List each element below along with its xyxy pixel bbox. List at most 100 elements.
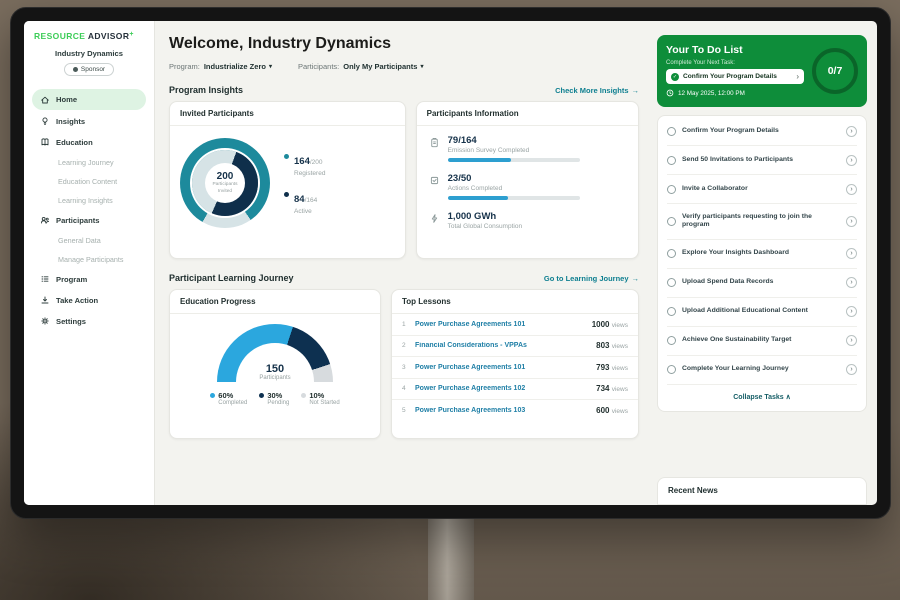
next-task-row[interactable]: ✓ Confirm Your Program Details ›: [666, 69, 804, 84]
todo-task-list: Confirm Your Program Details › Send 50 I…: [667, 117, 857, 385]
lesson-rank: 2: [402, 342, 408, 349]
legend-dot: [259, 393, 264, 398]
todo-task-row[interactable]: Upload Spend Data Records ›: [667, 269, 857, 298]
lesson-row[interactable]: 3 Power Purchase Agreements 101 793 view…: [392, 357, 638, 379]
lesson-title-link[interactable]: Power Purchase Agreements 101: [415, 321, 585, 328]
task-checkbox[interactable]: [667, 185, 676, 194]
home-icon: [40, 95, 50, 105]
legend-total: /200: [310, 159, 323, 166]
check-more-insights-link[interactable]: Check More Insights →: [555, 86, 639, 95]
chevron-right-icon[interactable]: ›: [846, 155, 857, 166]
chevron-right-icon[interactable]: ›: [846, 184, 857, 195]
lesson-title-link[interactable]: Power Purchase Agreements 101: [415, 364, 589, 371]
chevron-right-icon[interactable]: ›: [846, 306, 857, 317]
org-name: Industry Dynamics: [24, 49, 154, 58]
legend-item: 84/164 Active: [284, 189, 325, 215]
todo-subtitle: Complete Your Next Task:: [666, 60, 804, 66]
go-to-learning-journey-link[interactable]: Go to Learning Journey →: [544, 274, 639, 283]
todo-task-row[interactable]: Achieve One Sustainability Target ›: [667, 327, 857, 356]
program-dropdown[interactable]: Industrialize Zero ▾: [204, 62, 272, 71]
logo-plus: +: [129, 31, 134, 38]
education-progress-body: 150 Participants 60% Comp: [170, 314, 380, 406]
gauge-center-value: 150: [217, 363, 333, 375]
sidebar-item-manage-participants[interactable]: Manage Participants: [24, 250, 154, 268]
chevron-right-icon[interactable]: ›: [846, 126, 857, 137]
task-checkbox[interactable]: [667, 156, 676, 165]
collapse-tasks-link[interactable]: Collapse Tasks ∧: [667, 385, 857, 410]
task-checkbox[interactable]: [667, 278, 676, 287]
lesson-title-link[interactable]: Power Purchase Agreements 103: [415, 407, 589, 414]
chevron-right-icon[interactable]: ›: [846, 335, 857, 346]
gauge-center-label: Participants: [217, 375, 333, 381]
page-title: Welcome, Industry Dynamics: [169, 35, 639, 53]
lesson-title-link[interactable]: Financial Considerations - VPPAs: [415, 342, 589, 349]
sidebar-item-label: Manage Participants: [58, 255, 124, 264]
sidebar-item-participants[interactable]: Participants: [24, 210, 154, 230]
task-checkbox[interactable]: [667, 249, 676, 258]
legend-item: 164/200 Registered: [284, 151, 325, 177]
todo-task-row[interactable]: Invite a Collaborator ›: [667, 175, 857, 204]
program-filter: Program: Industrialize Zero ▾: [169, 62, 272, 71]
lesson-row[interactable]: 4 Power Purchase Agreements 102 734 view…: [392, 379, 638, 401]
sidebar-item-learning-journey[interactable]: Learning Journey: [24, 153, 154, 171]
participants-dropdown[interactable]: Only My Participants ▾: [343, 62, 423, 71]
task-label: Achieve One Sustainability Target: [682, 336, 840, 345]
task-checkbox[interactable]: [667, 217, 676, 226]
donut-center-label: Participants Invited: [205, 182, 245, 194]
task-checkbox[interactable]: [667, 336, 676, 345]
legend-value: 84: [294, 194, 305, 205]
task-label: Confirm Your Program Details: [682, 127, 840, 136]
todo-task-row[interactable]: Complete Your Learning Journey ›: [667, 356, 857, 385]
sidebar-item-settings[interactable]: Settings: [24, 311, 154, 331]
sidebar-item-label: Education: [56, 138, 93, 147]
task-checkbox[interactable]: [667, 307, 676, 316]
sidebar-item-education-content[interactable]: Education Content: [24, 172, 154, 190]
lesson-row[interactable]: 1 Power Purchase Agreements 101 1000 vie…: [392, 314, 638, 336]
legend-label: Registered: [294, 170, 325, 177]
chevron-right-icon: ›: [796, 72, 799, 81]
chevron-right-icon[interactable]: ›: [846, 277, 857, 288]
todo-task-row[interactable]: Send 50 Invitations to Participants ›: [667, 146, 857, 175]
download-icon: [40, 295, 50, 305]
lesson-title-link[interactable]: Power Purchase Agreements 102: [415, 385, 589, 392]
legend-item: 10% Not Started: [301, 391, 339, 406]
todo-task-row[interactable]: Confirm Your Program Details ›: [667, 117, 857, 146]
gauge-center: 150 Participants: [217, 363, 333, 381]
chevron-right-icon[interactable]: ›: [846, 364, 857, 375]
lesson-views-count: 803: [596, 341, 609, 350]
chevron-right-icon[interactable]: ›: [846, 216, 857, 227]
learning-cards-row: Education Progress 150 Participants: [169, 289, 639, 439]
sidebar-item-take-action[interactable]: Take Action: [24, 290, 154, 310]
task-checkbox[interactable]: [667, 127, 676, 136]
program-insights-section-header: Program Insights Check More Insights →: [169, 85, 639, 95]
dashboard-screen: RESOURCE ADVISOR+ Industry Dynamics Spon…: [24, 21, 877, 505]
legend-label: Pending: [267, 400, 289, 406]
chevron-up-icon: ∧: [786, 394, 791, 401]
sidebar-item-home[interactable]: Home: [32, 89, 146, 110]
lesson-rank: 3: [402, 364, 408, 371]
lesson-row[interactable]: 2 Financial Considerations - VPPAs 803 v…: [392, 336, 638, 358]
sidebar-item-learning-insights[interactable]: Learning Insights: [24, 191, 154, 209]
task-checkbox[interactable]: [667, 365, 676, 374]
lesson-views-word: views: [612, 322, 628, 329]
sidebar-item-insights[interactable]: Insights: [24, 111, 154, 131]
arrow-right-icon: →: [632, 86, 640, 95]
gauge-legend: 60% Completed 30% Pending: [210, 391, 339, 406]
next-task-label: Confirm Your Program Details: [683, 73, 792, 80]
chevron-right-icon[interactable]: ›: [846, 248, 857, 259]
sidebar-item-label: Program: [56, 275, 87, 284]
due-date-label: 12 May 2025, 12:00 PM: [678, 90, 745, 97]
sidebar-item-program[interactable]: Program: [24, 269, 154, 289]
sidebar-item-general-data[interactable]: General Data: [24, 231, 154, 249]
todo-task-row[interactable]: Explore Your Insights Dashboard ›: [667, 240, 857, 269]
lesson-row[interactable]: 5 Power Purchase Agreements 103 600 view…: [392, 400, 638, 422]
sidebar-item-education[interactable]: Education: [24, 132, 154, 152]
lesson-rank: 1: [402, 321, 408, 328]
todo-task-row[interactable]: Verify participants requesting to join t…: [667, 204, 857, 240]
survey-progress-bar: [448, 158, 580, 162]
book-icon: [40, 137, 50, 147]
app-logo: RESOURCE ADVISOR+: [24, 31, 154, 41]
todo-task-row[interactable]: Upload Additional Educational Content ›: [667, 298, 857, 327]
todo-summary-left: Your To Do List Complete Your Next Task:…: [666, 44, 804, 97]
legend-item: 30% Pending: [259, 391, 289, 406]
